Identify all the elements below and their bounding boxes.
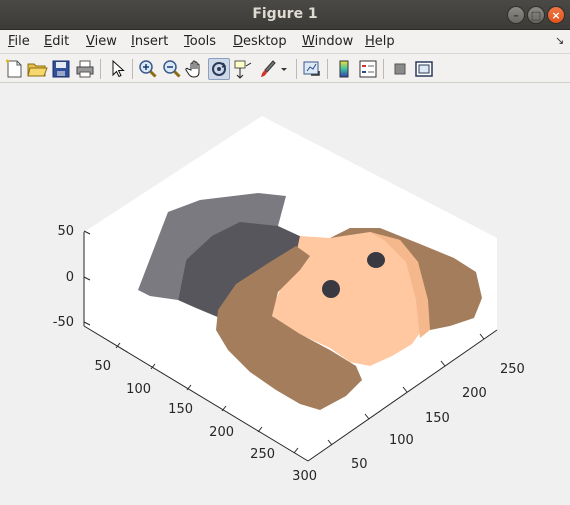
maximize-button[interactable]: □ bbox=[527, 6, 545, 24]
z-tick-label: 50 bbox=[57, 224, 74, 239]
right-eye bbox=[322, 280, 340, 298]
menu-help[interactable]: Help bbox=[365, 34, 395, 49]
menu-window[interactable]: Window bbox=[302, 34, 353, 49]
x-tick-label: 200 bbox=[462, 386, 487, 401]
brush-icon[interactable] bbox=[256, 58, 278, 80]
colorbar-icon[interactable] bbox=[333, 58, 355, 80]
x-tick-label: 100 bbox=[389, 433, 414, 448]
minimize-button[interactable]: – bbox=[507, 6, 525, 24]
menu-desktop[interactable]: Desktop bbox=[233, 34, 287, 49]
z-tick-label: -50 bbox=[53, 315, 74, 330]
print-icon[interactable] bbox=[74, 58, 96, 80]
axes-3d[interactable]: 50 0 -50 50 100 150 200 250 300 250 200 … bbox=[0, 84, 570, 505]
x-tick-label: 50 bbox=[351, 457, 368, 472]
show-plot-tools-icon[interactable] bbox=[413, 58, 435, 80]
select-arrow-icon[interactable] bbox=[106, 58, 128, 80]
y-tick-label: 250 bbox=[250, 447, 275, 462]
hide-plot-tools-icon[interactable] bbox=[389, 58, 411, 80]
toolbar bbox=[0, 55, 570, 83]
brush-dropdown-icon[interactable] bbox=[279, 58, 289, 80]
data-cursor-icon[interactable] bbox=[232, 58, 254, 80]
rotate-3d-icon[interactable] bbox=[208, 58, 230, 80]
close-button[interactable]: × bbox=[547, 6, 565, 24]
zoom-in-icon[interactable] bbox=[137, 58, 159, 80]
menu-bar: File Edit View Insert Tools Desktop Wind… bbox=[0, 30, 570, 54]
y-tick-label: 300 bbox=[292, 469, 317, 484]
y-tick-label: 150 bbox=[168, 402, 193, 417]
title-bar: Figure 1 – □ × bbox=[0, 0, 570, 30]
menu-edit[interactable]: Edit bbox=[44, 34, 69, 49]
menu-view[interactable]: View bbox=[86, 34, 117, 49]
menu-file[interactable]: File bbox=[8, 34, 30, 49]
pan-hand-icon[interactable] bbox=[185, 58, 207, 80]
y-tick-label: 50 bbox=[94, 359, 111, 374]
figure-canvas[interactable]: 50 0 -50 50 100 150 200 250 300 250 200 … bbox=[0, 84, 570, 505]
legend-icon[interactable] bbox=[357, 58, 379, 80]
x-tick-label: 150 bbox=[425, 411, 450, 426]
new-figure-icon[interactable] bbox=[3, 58, 25, 80]
open-file-icon[interactable] bbox=[26, 58, 48, 80]
zoom-out-icon[interactable] bbox=[161, 58, 183, 80]
y-tick-label: 200 bbox=[209, 425, 234, 440]
y-tick-label: 100 bbox=[126, 382, 151, 397]
x-tick-label: 250 bbox=[500, 362, 525, 377]
left-eye bbox=[367, 252, 385, 268]
z-tick-label: 0 bbox=[66, 270, 74, 285]
dock-arrow-icon[interactable]: ↘ bbox=[555, 34, 564, 47]
link-plot-icon[interactable] bbox=[301, 58, 323, 80]
menu-insert[interactable]: Insert bbox=[131, 34, 168, 49]
window-title: Figure 1 bbox=[252, 6, 318, 22]
menu-tools[interactable]: Tools bbox=[184, 34, 216, 49]
save-icon[interactable] bbox=[50, 58, 72, 80]
